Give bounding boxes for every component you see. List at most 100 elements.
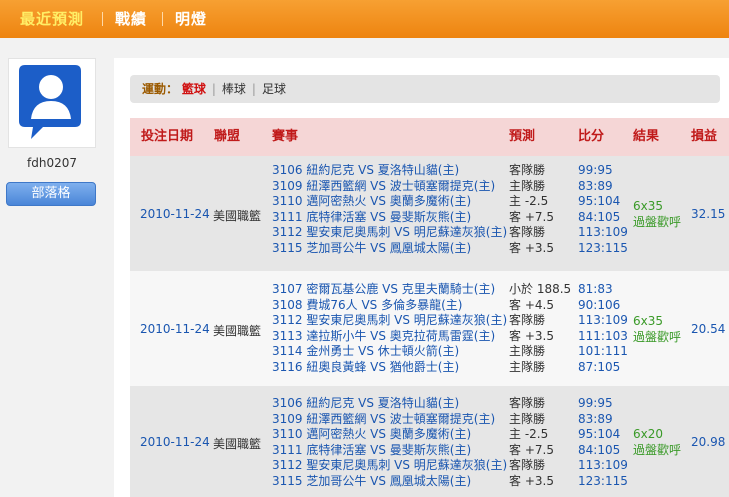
result-status: 過盤歡呼 [633,215,682,229]
score-value: 99:95 [578,163,613,177]
game-line[interactable]: 3110 邁阿密熱火 VS 奧蘭多魔術(主) [272,427,507,443]
result-count: 6x35 [633,314,664,328]
prediction-value: 客 +3.5 [509,473,554,488]
scores-column: 99:95 83:89 95:104 84:105 113:109 123:115 [578,396,628,490]
league: 美國職籃 [213,324,262,338]
game-line[interactable]: 3106 紐約尼克 VS 夏洛特山貓(主) [272,163,507,179]
game-line[interactable]: 3110 邁阿密熱火 VS 奧蘭多魔術(主) [272,194,507,210]
username: fdh0207 [27,156,77,170]
score-value: 84:105 [578,209,621,224]
col-header-game: 賽事 [272,129,299,144]
sport-option-baseball[interactable]: 棒球 [222,82,246,96]
game-line[interactable]: 3114 金州勇士 VS 休士頓火箭(主) [272,344,507,360]
user-avatar-icon [19,65,81,139]
prediction-value: 客 +3.5 [509,240,554,255]
preds-column: 客隊勝 主隊勝主 -2.5 客 +7.5 客隊勝客 +3.5 [509,163,554,257]
game-line[interactable]: 3113 達拉斯小牛 VS 奧克拉荷馬雷霆(主) [272,329,507,345]
table-header: 投注日期 聯盟 賽事 預測 比分 結果 損益 [130,118,729,156]
prediction-value: 客 +7.5 [509,442,554,457]
nav-divider [102,12,103,26]
score-value: 113:109 [578,313,628,328]
game-line[interactable]: 3107 密爾瓦基公鹿 VS 克里夫蘭騎士(主) [272,282,507,298]
game-line[interactable]: 3115 芝加哥公牛 VS 鳳凰城太陽(主) [272,474,507,490]
score-value: 90:106 [578,297,621,312]
sport-filter: 運動： 籃球 | 棒球 | 足球 [130,75,720,103]
league: 美國職籃 [213,209,262,223]
table-row: 2010-11-24 美國職籃 3107 密爾瓦基公鹿 VS 克里夫蘭騎士(主) 31… [130,271,729,386]
prediction-value: 主隊勝 [509,411,546,426]
prediction-value: 客 +3.5 [509,328,554,343]
preds-column: 小於 188.5 客 +4.5 客隊勝客 +3.5 主隊勝 主隊勝 [509,282,571,376]
game-line[interactable]: 3109 紐澤西籃網 VS 波士頓塞爾提克(主) [272,412,507,428]
blog-button[interactable]: 部落格 [6,182,96,206]
score-value: 113:109 [578,225,628,240]
bet-date: 2010-11-24 [140,435,210,449]
tab-beacon[interactable]: 明燈 [175,0,207,38]
scores-column: 81:83 90:106 113:109 111:103 101:111 87:105 [578,282,628,376]
score-value: 95:104 [578,194,621,209]
prediction-value: 客隊勝 [509,163,546,177]
prediction-value: 主 -2.5 [509,194,549,209]
result-status: 過盤歡呼 [633,443,682,457]
main-panel: 運動： 籃球 | 棒球 | 足球 投注日期 聯盟 賽事 預測 比分 結果 損益 2010… [114,58,729,497]
game-line[interactable]: 3112 聖安東尼奧馬刺 VS 明尼蘇達灰狼(主) [272,313,507,329]
col-header-score: 比分 [578,129,605,144]
nav-divider [162,12,163,26]
profit-value: 20.54 [691,322,726,336]
scores-column: 99:95 83:89 95:104 84:105 113:109 123:115 [578,163,628,257]
games-column: 3107 密爾瓦基公鹿 VS 克里夫蘭騎士(主) 3108 費城76人 VS 多倫… [272,282,507,376]
result-cell: 6x35 過盤歡呼 [633,313,681,345]
prediction-value: 客隊勝 [509,225,546,240]
col-header-profit: 損益 [691,129,718,144]
sport-option-basketball[interactable]: 籃球 [182,82,206,96]
game-line[interactable]: 3115 芝加哥公牛 VS 鳳凰城太陽(主) [272,241,507,257]
table-row: 2010-11-24 美國職籃 3106 紐約尼克 VS 夏洛特山貓(主) 3109 … [130,156,729,271]
result-cell: 6x35 過盤歡呼 [633,198,681,230]
table-row: 2010-11-24 美國職籃 3106 紐約尼克 VS 夏洛特山貓(主) 3109 … [130,386,729,497]
sport-divider: | [211,82,216,96]
games-column: 3106 紐約尼克 VS 夏洛特山貓(主) 3109 紐澤西籃網 VS 波士頓塞爾… [272,396,507,490]
col-header-result: 結果 [633,129,660,144]
game-line[interactable]: 3109 紐澤西籃網 VS 波士頓塞爾提克(主) [272,179,507,195]
score-value: 83:89 [578,178,613,193]
result-cell: 6x20 過盤歡呼 [633,426,681,458]
score-value: 81:83 [578,282,613,296]
game-line[interactable]: 3112 聖安東尼奧馬刺 VS 明尼蘇達灰狼(主) [272,225,507,241]
preds-column: 客隊勝 主隊勝主 -2.5 客 +7.5 客隊勝客 +3.5 [509,396,554,490]
prediction-value: 小於 188.5 [509,282,572,296]
game-line[interactable]: 3116 紐奧良黃蜂 VS 猶他爵士(主) [272,360,507,376]
profit-value: 32.15 [691,207,726,221]
col-header-date: 投注日期 [141,129,194,144]
prediction-value: 主 -2.5 [509,427,549,442]
game-line[interactable]: 3108 費城76人 VS 多倫多暴龍(主) [272,298,507,314]
game-line[interactable]: 3106 紐約尼克 VS 夏洛特山貓(主) [272,396,507,412]
result-status: 過盤歡呼 [633,330,682,344]
prediction-value: 客隊勝 [509,458,546,473]
sport-filter-label: 運動： [142,82,179,96]
col-header-league: 聯盟 [214,129,241,144]
game-line[interactable]: 3112 聖安東尼奧馬刺 VS 明尼蘇達灰狼(主) [272,458,507,474]
tab-record[interactable]: 戰績 [115,0,147,38]
tab-recent-predictions[interactable]: 最近預測 [20,0,84,38]
bet-date: 2010-11-24 [140,322,210,336]
game-line[interactable]: 3111 底特律活塞 VS 曼斐斯灰熊(主) [272,443,507,459]
result-count: 6x20 [633,427,664,441]
game-line[interactable]: 3111 底特律活塞 VS 曼斐斯灰熊(主) [272,210,507,226]
bet-date: 2010-11-24 [140,207,210,221]
col-header-prediction: 預測 [509,129,536,144]
score-value: 123:115 [578,473,628,488]
prediction-value: 主隊勝 [509,344,546,359]
league: 美國職籃 [213,437,262,451]
avatar[interactable] [8,58,96,148]
result-count: 6x35 [633,199,664,213]
sport-divider: | [251,82,256,96]
score-value: 113:109 [578,458,628,473]
score-value: 101:111 [578,344,628,359]
top-nav: 最近預測 戰績 明燈 [0,0,729,38]
prediction-value: 主隊勝 [509,178,546,193]
score-value: 84:105 [578,442,621,457]
sport-option-soccer[interactable]: 足球 [262,82,286,96]
score-value: 123:115 [578,240,628,255]
score-value: 111:103 [578,328,628,343]
prediction-value: 客 +7.5 [509,209,554,224]
